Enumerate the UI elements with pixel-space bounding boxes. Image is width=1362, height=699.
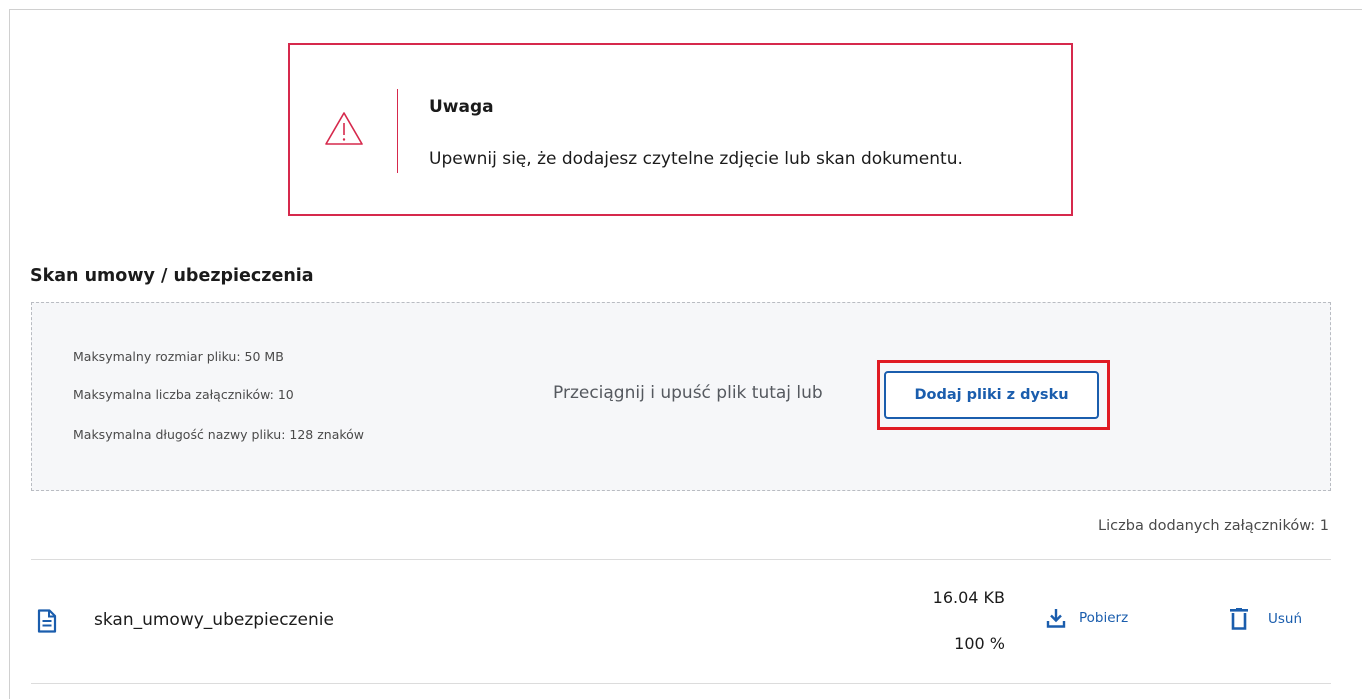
max-file-size-info: Maksymalny rozmiar pliku: 50 MB (73, 349, 284, 364)
download-button[interactable]: Pobierz (1046, 608, 1128, 628)
max-filename-length-info: Maksymalna długość nazwy pliku: 128 znak… (73, 427, 365, 442)
add-files-button[interactable]: Dodaj pliki z dysku (884, 371, 1099, 419)
document-icon (37, 609, 57, 633)
alert-title: Uwaga (429, 97, 494, 117)
file-dropzone[interactable]: Maksymalny rozmiar pliku: 50 MB Maksymal… (31, 302, 1331, 491)
section-title: Skan umowy / ubezpieczenia (30, 266, 314, 286)
delete-label: Usuń (1268, 611, 1303, 627)
trash-icon (1229, 608, 1268, 630)
alert-divider (397, 89, 398, 173)
divider (31, 683, 1331, 684)
max-attachments-info: Maksymalna liczba załączników: 10 (73, 387, 294, 402)
warning-alert: Uwaga Upewnij się, że dodajesz czytelne … (288, 43, 1073, 216)
drop-instructions: Przeciągnij i upuść plik tutaj lub (553, 383, 823, 403)
attachment-count: Liczba dodanych załączników: 1 (1098, 518, 1329, 534)
file-size: 16.04 KB (932, 588, 1005, 607)
download-label: Pobierz (1079, 610, 1129, 626)
download-icon (1046, 608, 1079, 628)
warning-triangle-icon (324, 111, 364, 147)
divider (31, 559, 1331, 560)
upload-progress: 100 % (954, 634, 1005, 653)
file-name: skan_umowy_ubezpieczenie (94, 610, 334, 630)
alert-message: Upewnij się, że dodajesz czytelne zdjęci… (429, 149, 963, 169)
delete-button[interactable]: Usuń (1229, 608, 1302, 630)
